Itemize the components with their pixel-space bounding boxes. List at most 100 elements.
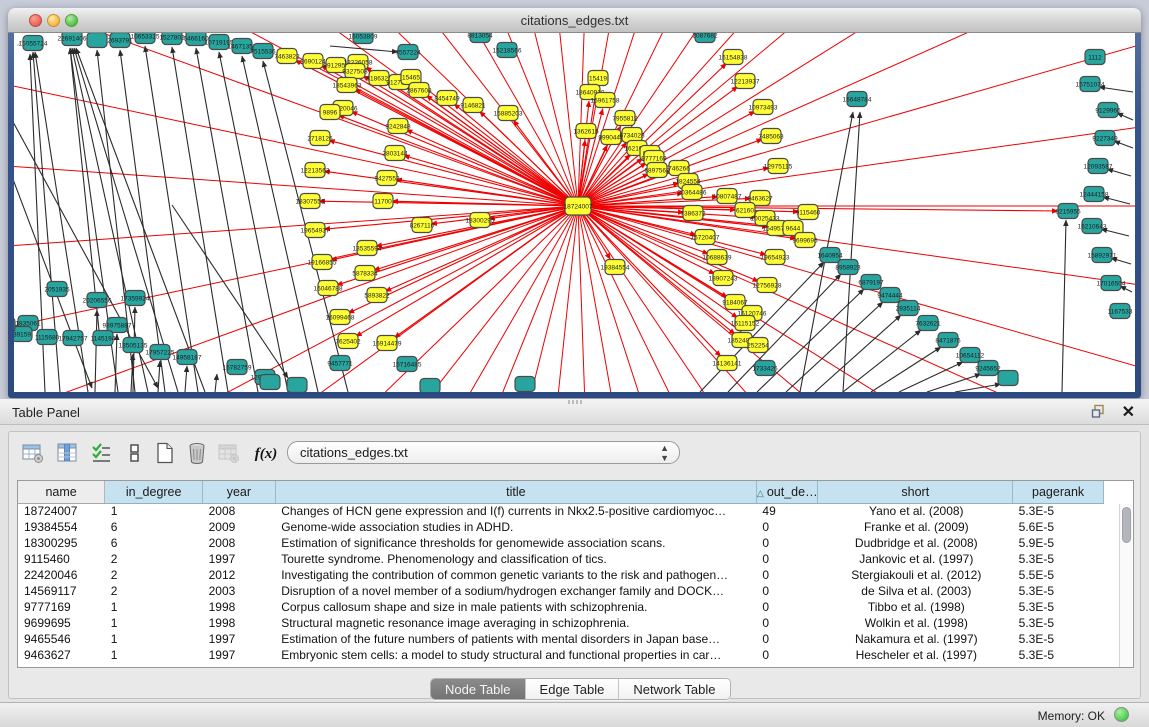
network-node[interactable]: 17942757: [59, 331, 88, 346]
network-edge[interactable]: [578, 33, 1135, 206]
cell-in_degree[interactable]: 1: [105, 615, 203, 631]
cell-year[interactable]: 1997: [203, 551, 276, 567]
network-node[interactable]: 18907243: [709, 271, 738, 286]
network-node[interactable]: 252254: [747, 338, 769, 353]
cell-title[interactable]: Genome-wide association studies in ADHD.: [275, 519, 756, 535]
column-header-out_de[interactable]: △out_de…: [756, 481, 818, 503]
cell-name[interactable]: 9115460: [18, 551, 105, 567]
cell-title[interactable]: Tourette syndrome. Phenomenology and cla…: [275, 551, 756, 567]
network-node[interactable]: 8690124: [300, 54, 326, 69]
network-node[interactable]: 8215955: [1055, 204, 1081, 219]
cell-short[interactable]: Franke et al. (2009): [818, 519, 1013, 535]
network-edge[interactable]: [871, 347, 941, 392]
network-edge[interactable]: [843, 330, 921, 392]
network-node[interactable]: 9896: [320, 105, 340, 120]
float-window-icon[interactable]: [1091, 404, 1107, 420]
table-row[interactable]: 1872400712008Changes of HCN gene express…: [18, 503, 1104, 519]
network-node[interactable]: 2718126: [307, 131, 333, 146]
network-edge[interactable]: [158, 361, 160, 392]
table-row[interactable]: 977716911998Corpus callosum shape and si…: [18, 599, 1104, 615]
network-node[interactable]: 10653325: [131, 33, 160, 44]
cell-out_de[interactable]: 0: [756, 567, 818, 583]
network-node[interactable]: 1145194: [91, 331, 116, 346]
network-edge[interactable]: [196, 48, 258, 392]
network-edge[interactable]: [578, 33, 1135, 206]
network-node[interactable]: 16648784: [843, 92, 872, 107]
cell-year[interactable]: 2008: [203, 503, 276, 519]
network-edge[interactable]: [215, 374, 217, 392]
column-header-year[interactable]: year: [203, 481, 276, 503]
row-height-icon[interactable]: [121, 440, 149, 468]
table-row[interactable]: 1938455462009Genome-wide association stu…: [18, 519, 1104, 535]
cell-name[interactable]: 18300295: [18, 535, 105, 551]
network-node[interactable]: 6897568: [644, 163, 670, 178]
column-header-in_degree[interactable]: in_degree: [105, 481, 203, 503]
cell-out_de[interactable]: 0: [756, 535, 818, 551]
network-node[interactable]: 1527802: [159, 33, 185, 45]
window-titlebar[interactable]: citations_edges.txt: [8, 8, 1141, 33]
cell-title[interactable]: Changes of HCN gene expression and I(f) …: [275, 503, 756, 519]
network-node[interactable]: 8471876: [935, 333, 961, 348]
cell-out_de[interactable]: 0: [756, 583, 818, 599]
network-node[interactable]: 2693791: [107, 33, 133, 48]
create-column-icon[interactable]: [151, 440, 179, 468]
cell-in_degree[interactable]: 6: [105, 535, 203, 551]
network-node[interactable]: 7625402: [335, 334, 361, 349]
cell-year[interactable]: 2008: [203, 535, 276, 551]
network-node[interactable]: 16210643: [1078, 219, 1107, 234]
network-node[interactable]: 12756928: [753, 278, 782, 293]
tab-network-table[interactable]: Network Table: [619, 679, 729, 699]
cell-in_degree[interactable]: 1: [105, 647, 203, 663]
cell-out_de[interactable]: 0: [756, 631, 818, 647]
network-node[interactable]: 9457771: [327, 356, 353, 371]
network-node[interactable]: [87, 33, 107, 48]
select-rows-icon[interactable]: [87, 440, 115, 468]
network-edge[interactable]: [899, 362, 963, 392]
cell-title[interactable]: Investigating the contribution of common…: [275, 567, 756, 583]
network-node[interactable]: 39159: [14, 327, 32, 342]
network-node[interactable]: 5878334: [352, 266, 378, 281]
show-column-icon[interactable]: [53, 440, 81, 468]
network-node[interactable]: 2935114: [896, 301, 921, 316]
network-node[interactable]: 8267110: [410, 218, 435, 233]
network-node[interactable]: 7386372: [680, 206, 706, 221]
cell-in_degree[interactable]: 2: [105, 551, 203, 567]
network-node[interactable]: 19166855: [308, 255, 337, 270]
network-node[interactable]: 7632621: [915, 316, 941, 331]
network-node[interactable]: 15751074: [1076, 77, 1105, 92]
network-node[interactable]: 9146821: [460, 98, 486, 113]
network-edge[interactable]: [578, 206, 623, 392]
cell-year[interactable]: 2003: [203, 583, 276, 599]
cell-name[interactable]: 9465546: [18, 631, 105, 647]
network-edge[interactable]: [578, 33, 1135, 206]
network-edge[interactable]: [95, 310, 97, 392]
column-header-short[interactable]: short: [818, 481, 1013, 503]
cell-pagerank[interactable]: 5.3E-5: [1013, 615, 1104, 631]
cell-short[interactable]: de Silva et al. (2003): [818, 583, 1013, 599]
network-node[interactable]: 12444158: [1080, 187, 1109, 202]
network-edge[interactable]: [14, 145, 92, 388]
network-node[interactable]: 7557224: [395, 45, 421, 60]
cell-short[interactable]: Wolkin et al. (1998): [818, 615, 1013, 631]
network-node[interactable]: 1167533: [1108, 304, 1133, 319]
network-node[interactable]: 15419: [588, 71, 608, 86]
network-node[interactable]: 16154838: [719, 50, 748, 65]
network-edge[interactable]: [578, 33, 1135, 206]
network-node[interactable]: 12093587: [1084, 159, 1113, 174]
cell-year[interactable]: 1997: [203, 631, 276, 647]
cell-in_degree[interactable]: 2: [105, 567, 203, 583]
table-row[interactable]: 1456911722003Disruption of a novel membe…: [18, 583, 1104, 599]
network-node[interactable]: 10688639: [703, 250, 732, 265]
network-node[interactable]: 9227349: [1092, 131, 1118, 146]
table-row[interactable]: 911546021997Tourette syndrome. Phenomeno…: [18, 551, 1104, 567]
cell-out_de[interactable]: 49: [756, 503, 818, 519]
network-node[interactable]: 1112: [1085, 50, 1105, 65]
network-node[interactable]: 7485063: [758, 129, 784, 144]
cell-out_de[interactable]: 0: [756, 615, 818, 631]
network-node[interactable]: 12975115: [764, 159, 793, 174]
cell-out_de[interactable]: 0: [756, 599, 818, 615]
node-table-grid[interactable]: namein_degreeyeartitle△out_de…shortpager…: [18, 481, 1104, 663]
network-edge[interactable]: [757, 289, 864, 392]
network-node[interactable]: 22691406: [58, 33, 87, 46]
network-node[interactable]: 15892971: [1088, 248, 1117, 263]
